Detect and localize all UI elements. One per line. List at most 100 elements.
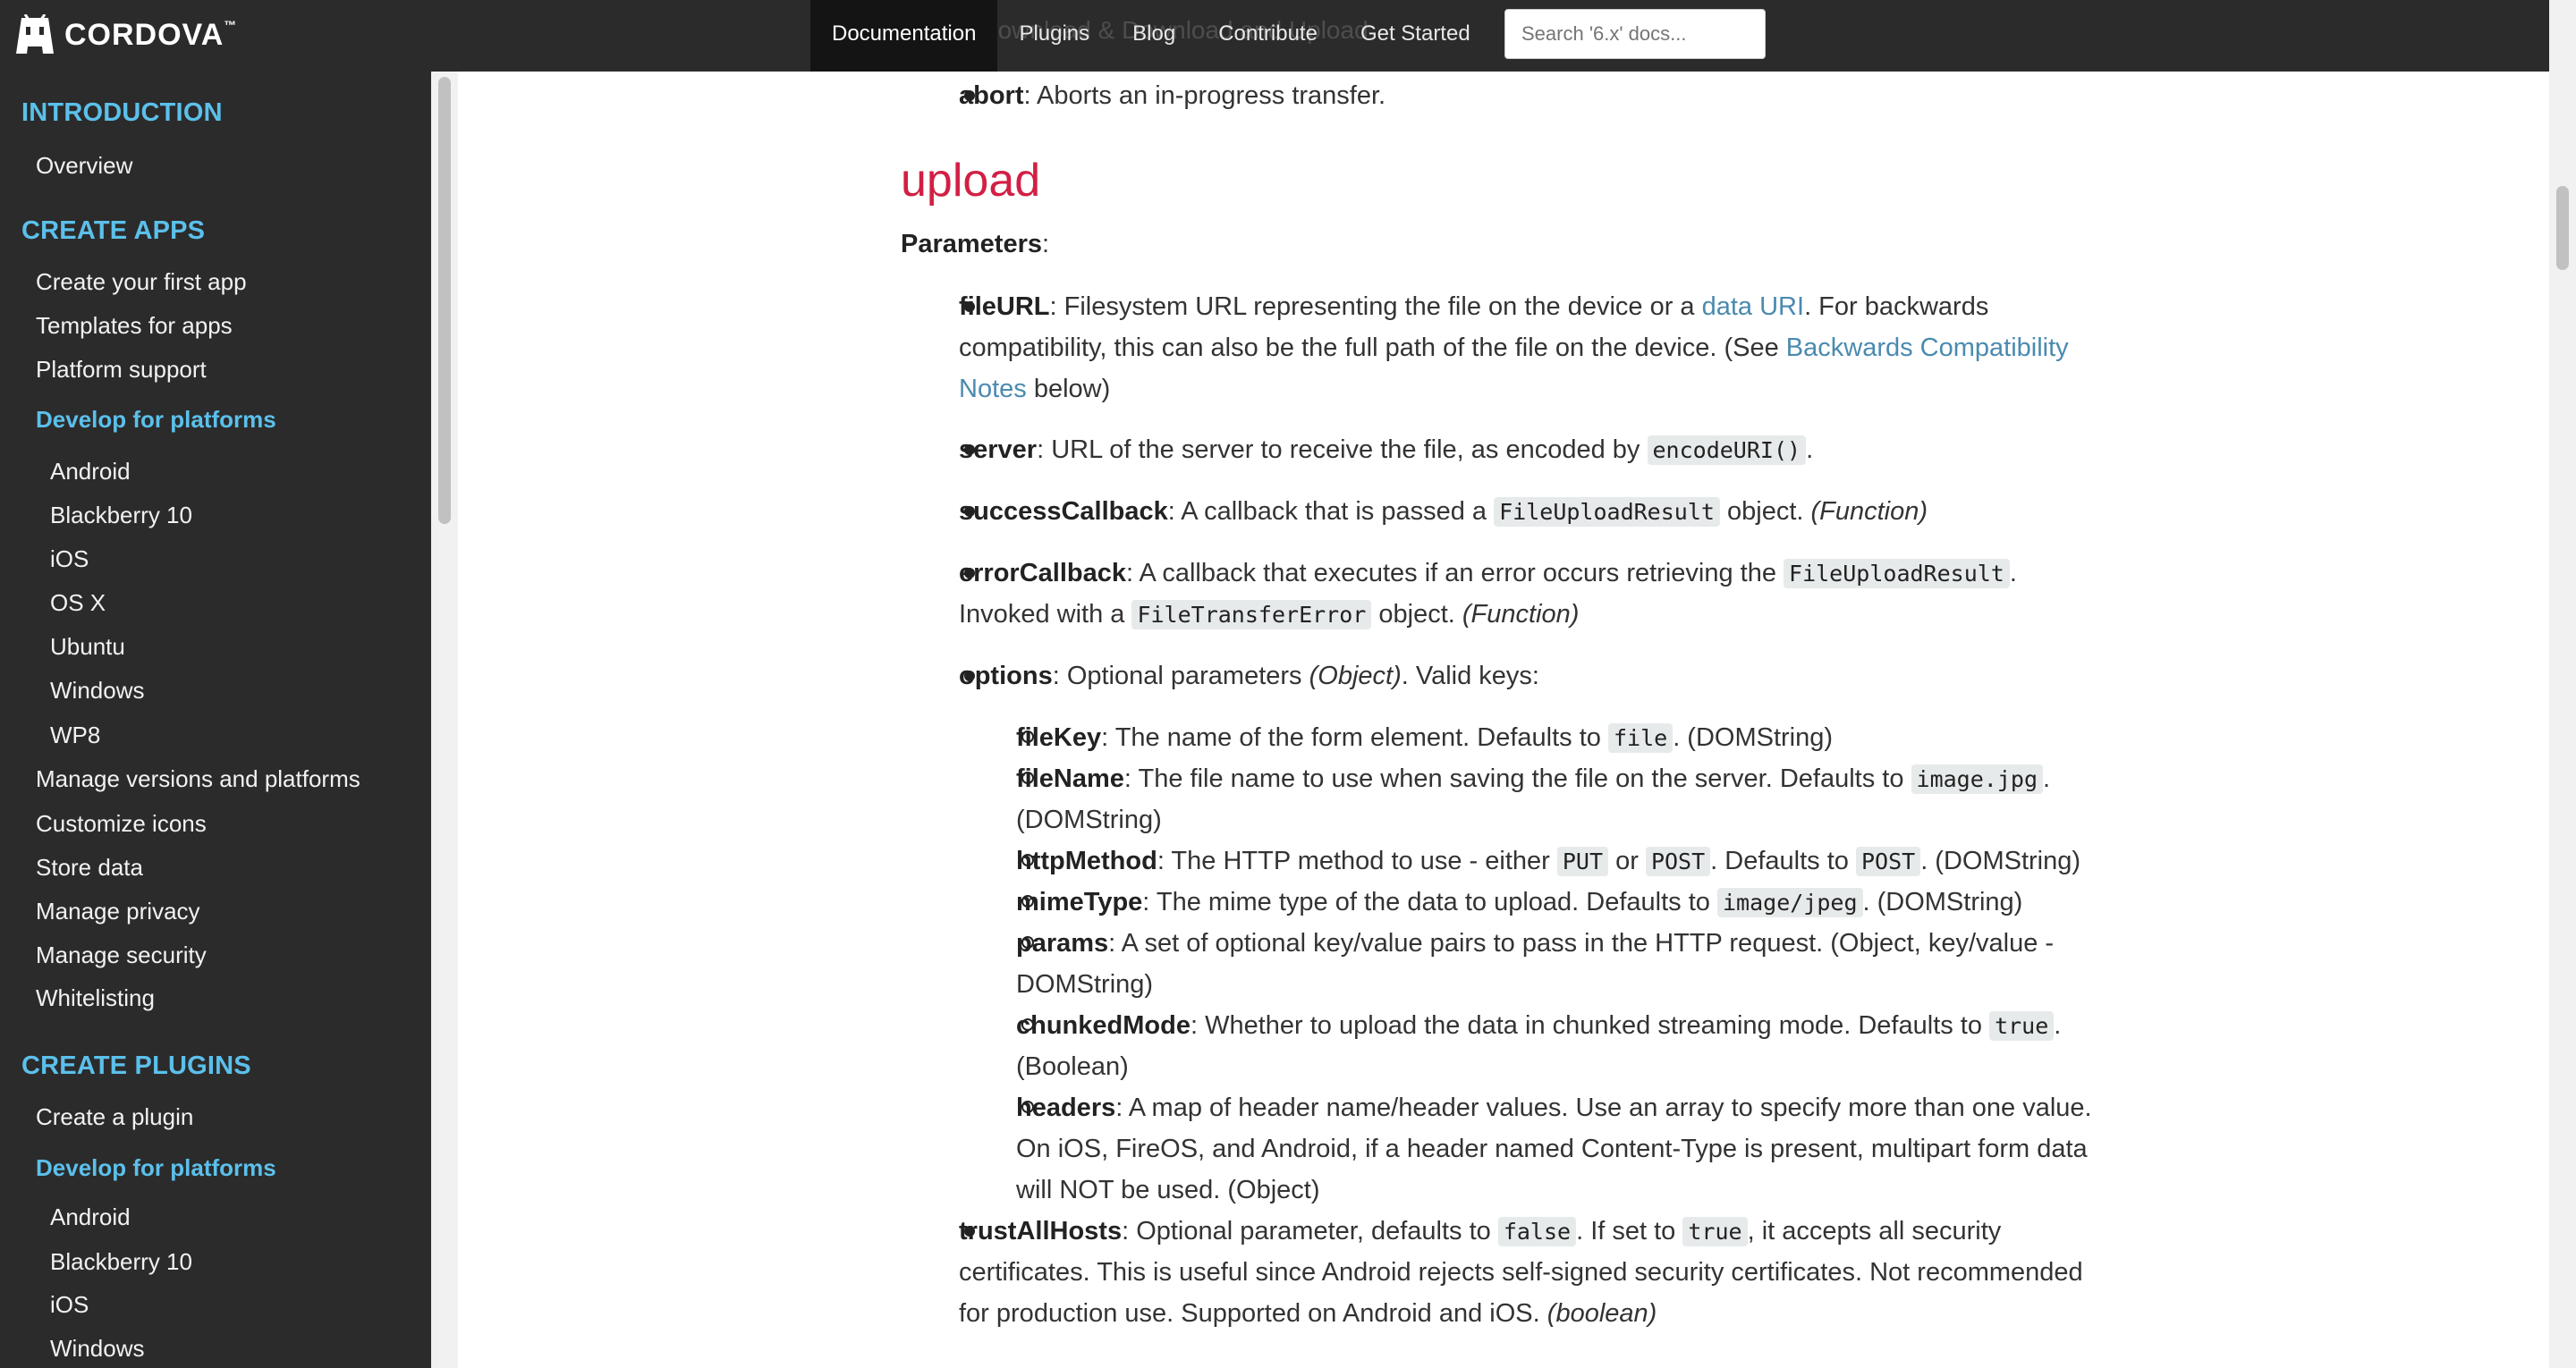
- sidebar-heading-create-apps[interactable]: CREATE APPS: [21, 216, 205, 246]
- type-boolean: (boolean): [1546, 1299, 1657, 1328]
- sidebar-plugin-ios[interactable]: iOS: [50, 1291, 89, 1319]
- code-image-jpg: image.jpg: [1911, 764, 2043, 794]
- sidebar-heading-introduction[interactable]: INTRODUCTION: [21, 98, 223, 128]
- parameters-colon: :: [1042, 230, 1050, 258]
- httpmethod-desc: : The HTTP method to use - either: [1157, 847, 1557, 875]
- abort-line: abort: Aborts an in-progress transfer.: [959, 75, 1385, 116]
- options-desc: : Optional parameters: [1052, 662, 1309, 690]
- sidebar-item-templates[interactable]: Templates for apps: [36, 312, 233, 340]
- parameters-label: Parameters:: [901, 224, 1049, 265]
- backcompat-link[interactable]: Backwards Compatibility: [1786, 334, 2069, 362]
- success-line: successCallback: A callback that is pass…: [959, 491, 1928, 533]
- parameters-bold: Parameters: [901, 230, 1042, 258]
- sidebar-item-whitelisting[interactable]: Whitelisting: [36, 984, 155, 1012]
- sidebar-item-store-data[interactable]: Store data: [36, 854, 143, 882]
- type-object: (Object): [1309, 662, 1402, 690]
- nav-menu: Documentation Plugins Blog Contribute Ge…: [810, 0, 1492, 72]
- param-abort: abort: [959, 81, 1024, 110]
- sidebar-item-manage-privacy[interactable]: Manage privacy: [36, 898, 200, 925]
- fileurl-desc-1: : Filesystem URL representing the file o…: [1049, 292, 1702, 321]
- filename-line-1: fileName: The file name to use when savi…: [1016, 758, 2050, 800]
- success-desc: : A callback that is passed a: [1167, 497, 1495, 526]
- filename-desc: : The file name to use when saving the f…: [1123, 764, 1911, 793]
- code-image-jpeg: image/jpeg: [1716, 888, 1863, 917]
- sidebar-platform-ubuntu[interactable]: Ubuntu: [50, 633, 125, 661]
- key-params: params: [1016, 929, 1109, 958]
- trust-desc-2: . If set to: [1576, 1217, 1683, 1246]
- key-mimetype: mimeType: [1016, 888, 1143, 916]
- backcompat-notes-link[interactable]: Notes: [959, 375, 1027, 403]
- headers-desc-1: : A map of header name/header values. Us…: [1115, 1094, 2092, 1122]
- server-line: server: URL of the server to receive the…: [959, 429, 1813, 471]
- sidebar-platform-ios[interactable]: iOS: [50, 545, 89, 573]
- sidebar-platform-windows[interactable]: Windows: [50, 677, 144, 705]
- key-chunkedmode: chunkedMode: [1016, 1011, 1191, 1040]
- abort-desc: : Aborts an in-progress transfer.: [1023, 81, 1386, 110]
- sidebar-heading-create-plugins[interactable]: CREATE PLUGINS: [21, 1051, 251, 1081]
- top-navbar: CORDOVA™ download & Download and Upload …: [0, 0, 2549, 72]
- sidebar-item-create-first-app[interactable]: Create your first app: [36, 268, 247, 296]
- period: .: [2009, 559, 2017, 587]
- sidebar-platform-osx[interactable]: OS X: [50, 589, 106, 617]
- sidebar-plugin-blackberry[interactable]: Blackberry 10: [50, 1248, 192, 1276]
- code-filetransfererror: FileTransferError: [1131, 600, 1372, 629]
- sidebar-plugin-windows[interactable]: Windows: [50, 1335, 144, 1363]
- mimetype-desc: : The mime type of the data to upload. D…: [1142, 888, 1717, 916]
- sidebar-item-develop-platforms[interactable]: Develop for platforms: [36, 406, 276, 434]
- error-line-2: Invoked with a FileTransferError object.…: [959, 594, 1579, 636]
- chunked-line-1: chunkedMode: Whether to upload the data …: [1016, 1005, 2061, 1047]
- headers-line-3: will NOT be used. (Object): [1016, 1176, 1320, 1204]
- data-uri-link[interactable]: data URI: [1702, 292, 1804, 321]
- httpmethod-line: httpMethod: The HTTP method to use - eit…: [1016, 840, 2080, 882]
- defaults-to: . Defaults to: [1710, 847, 1856, 875]
- sidebar-scrollbar[interactable]: [431, 72, 458, 1368]
- type-function-2: (Function): [1462, 600, 1580, 629]
- error-line-1: errorCallback: A callback that executes …: [959, 553, 2017, 595]
- code-file: file: [1607, 723, 1674, 753]
- nav-documentation[interactable]: Documentation: [810, 0, 998, 72]
- param-options: options: [959, 662, 1053, 690]
- page-scrollbar-thumb[interactable]: [2556, 186, 2569, 270]
- cordova-logo[interactable]: CORDOVA™: [14, 13, 237, 57]
- sidebar-platform-wp8[interactable]: WP8: [50, 722, 100, 749]
- sidebar-plugin-android[interactable]: Android: [50, 1203, 131, 1231]
- upload-heading: upload: [901, 155, 1041, 207]
- sidebar-item-customize-icons[interactable]: Customize icons: [36, 810, 207, 838]
- domstring: . (DOMString): [1862, 888, 2023, 916]
- nav-get-started[interactable]: Get Started: [1339, 0, 1492, 72]
- chunked-desc: : Whether to upload the data in chunked …: [1190, 1011, 1990, 1040]
- filename-line-2: (DOMString): [1016, 806, 1162, 834]
- period: .: [2043, 764, 2051, 793]
- trust-line-1: trustAllHosts: Optional parameter, defau…: [959, 1211, 2001, 1253]
- code-true: true: [1989, 1011, 2055, 1041]
- sidebar-item-manage-security[interactable]: Manage security: [36, 942, 207, 969]
- nav-plugins[interactable]: Plugins: [997, 0, 1111, 72]
- params-desc: : A set of optional key/value pairs to p…: [1108, 929, 2055, 958]
- sidebar-item-develop-platforms-2[interactable]: Develop for platforms: [36, 1154, 276, 1182]
- nav-contribute[interactable]: Contribute: [1197, 0, 1339, 72]
- key-headers: headers: [1016, 1094, 1116, 1122]
- docs-search-input[interactable]: [1504, 9, 1766, 59]
- logo-wordmark: CORDOVA: [64, 17, 225, 52]
- headers-line-1: headers: A map of header name/header val…: [1016, 1087, 2092, 1128]
- options-line: options: Optional parameters (Object). V…: [959, 655, 1539, 697]
- sidebar-scrollbar-thumb[interactable]: [438, 77, 451, 524]
- sidebar-platform-blackberry[interactable]: Blackberry 10: [50, 502, 192, 529]
- trust-desc-5: for production use. Supported on Android…: [959, 1299, 1547, 1328]
- param-successcallback: successCallback: [959, 497, 1168, 526]
- nav-blog[interactable]: Blog: [1111, 0, 1197, 72]
- page-scrollbar[interactable]: [2549, 0, 2576, 1368]
- sidebar-item-manage-versions[interactable]: Manage versions and platforms: [36, 765, 360, 793]
- params-line-1: params: A set of optional key/value pair…: [1016, 923, 2054, 964]
- key-filename: fileName: [1016, 764, 1124, 793]
- sidebar-item-platform-support[interactable]: Platform support: [36, 356, 207, 384]
- filekey-desc: : The name of the form element. Defaults…: [1101, 723, 1608, 752]
- param-errorcallback: errorCallback: [959, 559, 1126, 587]
- sidebar-platform-android[interactable]: Android: [50, 458, 131, 486]
- fileurl-desc-2: . For backwards: [1804, 292, 1989, 321]
- error-desc: : A callback that executes if an error o…: [1126, 559, 1784, 587]
- sidebar-item-overview[interactable]: Overview: [36, 152, 132, 180]
- fileurl-line-2: compatibility, this can also be the full…: [959, 327, 2069, 368]
- param-server: server: [959, 435, 1038, 464]
- sidebar-item-create-plugin[interactable]: Create a plugin: [36, 1103, 193, 1131]
